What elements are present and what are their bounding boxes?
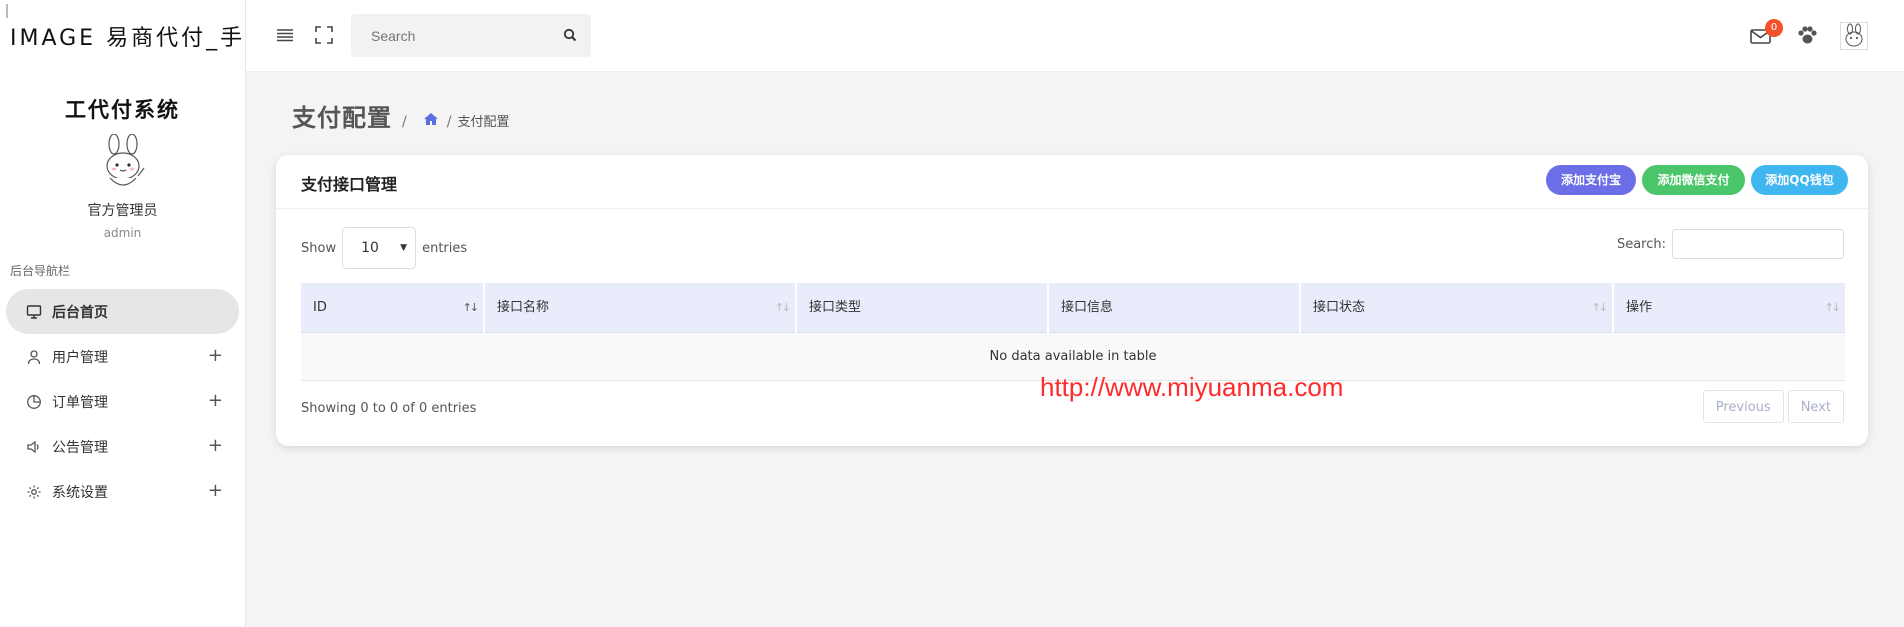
table-search: Search: xyxy=(1617,229,1844,259)
user-icon xyxy=(27,349,41,364)
site-name: 工代付系统 xyxy=(65,98,180,122)
plus-icon[interactable]: + xyxy=(208,480,223,501)
column-header-actions[interactable]: 操作 ↑↓ xyxy=(1614,283,1845,333)
sidebar-item-dashboard[interactable]: 后台首页 xyxy=(6,289,239,334)
show-label: Show xyxy=(301,240,337,256)
user-avatar[interactable] xyxy=(1840,22,1868,50)
sidebar-nav: 后台首页 用户管理 + 订单管理 + 公告管理 + 系统设置 + xyxy=(0,289,245,514)
plus-icon[interactable]: + xyxy=(208,435,223,456)
table-search-label: Search: xyxy=(1616,236,1666,252)
column-header-type[interactable]: 接口类型 xyxy=(797,283,1049,333)
entries-label: entries xyxy=(422,240,468,256)
column-header-name[interactable]: 接口名称 ↑↓ xyxy=(485,283,797,333)
breadcrumb-current: 支付配置 xyxy=(457,115,510,130)
nav-heading: 后台导航栏 xyxy=(10,264,71,278)
user-name: 官方管理员 xyxy=(87,203,158,219)
sidebar-item-users[interactable]: 用户管理 + xyxy=(6,334,239,379)
fullscreen-icon[interactable] xyxy=(313,24,335,46)
sidebar-item-label: 订单管理 xyxy=(52,394,108,411)
breadcrumb-separator: / xyxy=(402,114,407,130)
table-header: ID ↑↓ 接口名称 ↑↓ 接口类型 接口信息 接口状态 ↑↓ 操作 ↑↓ xyxy=(301,283,1845,333)
monitor-icon xyxy=(26,304,42,319)
page-title: 支付配置 xyxy=(292,104,392,132)
card-header: 支付接口管理 添加支付宝 添加微信支付 添加QQ钱包 xyxy=(276,155,1868,209)
paw-icon[interactable] xyxy=(1795,24,1819,48)
column-header-info[interactable]: 接口信息 xyxy=(1049,283,1301,333)
home-icon[interactable] xyxy=(423,112,439,126)
next-page-button[interactable]: Next xyxy=(1787,390,1844,423)
speaker-icon xyxy=(27,440,39,453)
watermark: http://www.miyuanma.com xyxy=(1040,372,1344,402)
breadcrumb-separator: / xyxy=(446,114,452,130)
add-wechat-pay-button[interactable]: 添加微信支付 xyxy=(1642,165,1745,195)
sidebar-item-orders[interactable]: 订单管理 + xyxy=(6,379,239,424)
page-size-select[interactable]: 10 ▼ xyxy=(342,227,417,269)
main-content: 支付配置 / / 支付配置 支付接口管理 添加支付宝 添加微信支付 添加QQ钱包… xyxy=(246,72,1904,627)
avatar[interactable] xyxy=(96,133,150,192)
menu-toggle-icon[interactable] xyxy=(274,24,296,46)
user-role: admin xyxy=(103,226,142,240)
table-info: Showing 0 to 0 of 0 entries xyxy=(301,401,477,416)
page-header: 支付配置 / / 支付配置 xyxy=(292,98,509,133)
sidebar-item-label: 用户管理 xyxy=(52,349,108,366)
search-icon[interactable] xyxy=(563,28,577,42)
plus-icon[interactable]: + xyxy=(208,345,223,366)
caret-down-icon: ▼ xyxy=(400,243,408,253)
brand-logo[interactable]: IMAGE 易商代付_手 xyxy=(0,0,245,72)
column-header-status[interactable]: 接口状态 ↑↓ xyxy=(1301,283,1614,333)
sort-icon: ↑↓ xyxy=(774,301,792,314)
search-box xyxy=(351,14,591,57)
gear-icon xyxy=(27,485,41,498)
previous-page-button[interactable]: Previous xyxy=(1702,390,1784,423)
sidebar: IMAGE 易商代付_手 工代付系统 官方管理员 admin 后台导航栏 后台首… xyxy=(0,0,246,627)
sort-icon: ↑↓ xyxy=(462,301,480,314)
add-qq-wallet-button[interactable]: 添加QQ钱包 xyxy=(1751,165,1848,195)
payment-interface-table: ID ↑↓ 接口名称 ↑↓ 接口类型 接口信息 接口状态 ↑↓ 操作 ↑↓ No… xyxy=(301,283,1845,381)
sidebar-item-label: 后台首页 xyxy=(52,304,108,321)
column-header-id[interactable]: ID ↑↓ xyxy=(301,283,485,333)
pagination: Previous Next xyxy=(1699,390,1844,423)
pie-chart-icon xyxy=(27,394,41,409)
sidebar-item-label: 公告管理 xyxy=(52,439,108,456)
add-alipay-button[interactable]: 添加支付宝 xyxy=(1546,165,1636,195)
search-input[interactable] xyxy=(351,27,546,44)
brand-text: IMAGE 易商代付_手 xyxy=(10,26,245,51)
sort-icon: ↑↓ xyxy=(1591,301,1609,314)
plus-icon[interactable]: + xyxy=(208,390,223,411)
page-size-control: Show 10 ▼ entries xyxy=(301,227,467,269)
topbar: 0 xyxy=(246,0,1904,72)
sidebar-item-announcements[interactable]: 公告管理 + xyxy=(6,424,239,469)
sidebar-item-label: 系统设置 xyxy=(52,484,108,501)
notification-badge: 0 xyxy=(1765,19,1783,37)
profile-panel: 工代付系统 官方管理员 admin xyxy=(0,72,245,240)
sort-icon: ↑↓ xyxy=(1824,301,1842,314)
page-size-value: 10 xyxy=(361,240,379,256)
card-title: 支付接口管理 xyxy=(301,175,398,194)
broken-image-icon xyxy=(6,4,8,18)
table-search-input[interactable] xyxy=(1672,229,1844,259)
sidebar-item-settings[interactable]: 系统设置 + xyxy=(6,469,239,514)
